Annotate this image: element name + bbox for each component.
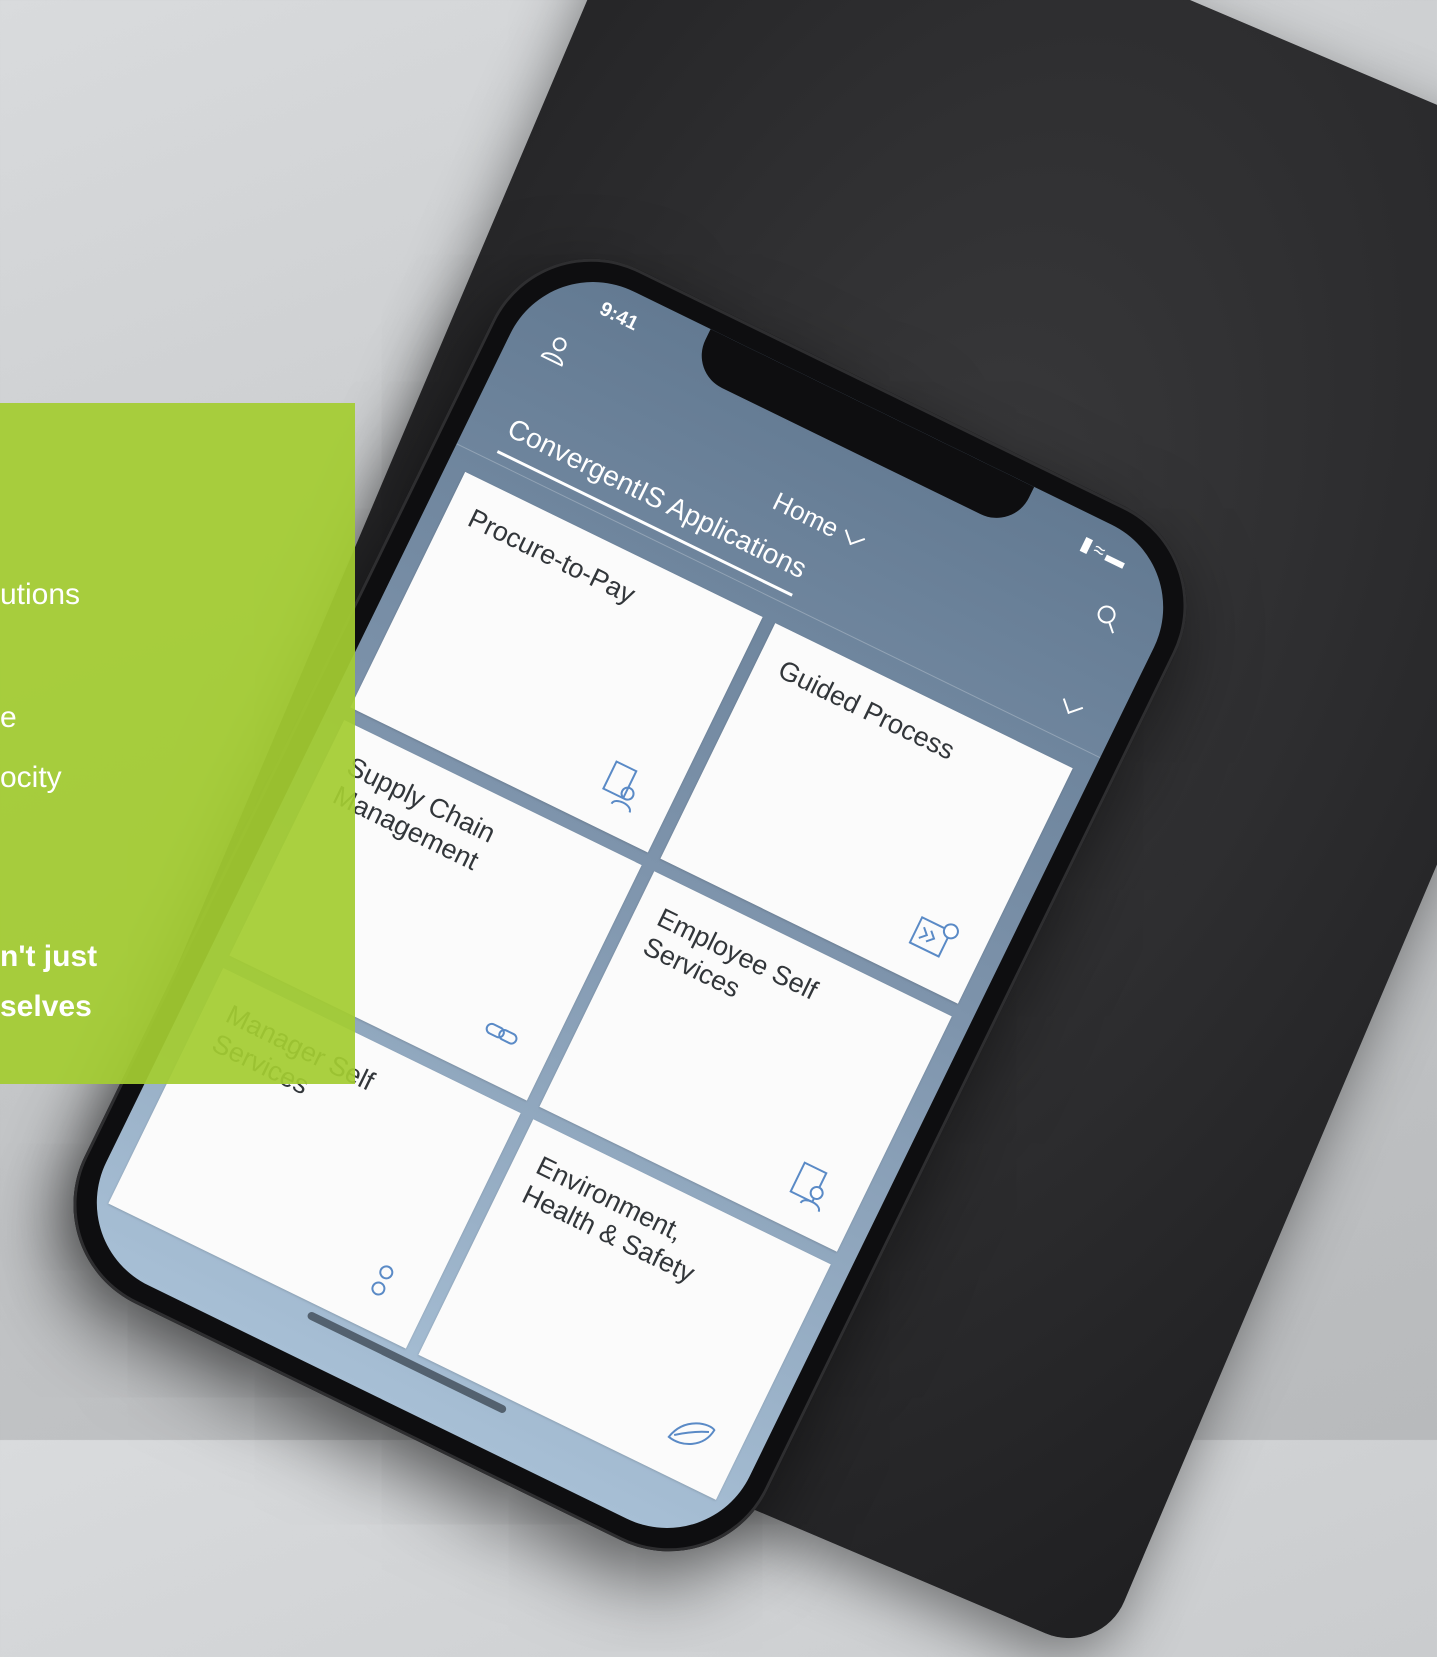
user-icon[interactable] xyxy=(537,329,577,369)
panel-bold-line: selves xyxy=(0,990,92,1023)
home-title: Home xyxy=(768,485,844,544)
chevron-down-icon xyxy=(844,524,865,545)
panel-text-line: ocity xyxy=(0,761,62,794)
panel-text-line: e xyxy=(0,701,17,734)
leaf-icon xyxy=(667,1422,716,1445)
status-icons: ▮≈▬ xyxy=(1076,531,1133,576)
search-icon[interactable] xyxy=(1087,597,1127,637)
clipboard-user-icon xyxy=(789,1161,828,1213)
panel-text-line: utions xyxy=(0,578,81,611)
status-time: 9:41 xyxy=(596,297,642,336)
invoice-user-icon xyxy=(602,760,638,813)
process-clock-icon xyxy=(908,915,959,958)
link-icon xyxy=(485,1022,518,1045)
tab-overflow-chevron-icon[interactable] xyxy=(1062,693,1084,715)
panel-bold-line: n't just xyxy=(0,940,98,973)
team-icon xyxy=(371,1265,394,1296)
green-text-panel: utions e ocity n't just selves xyxy=(0,403,355,1084)
